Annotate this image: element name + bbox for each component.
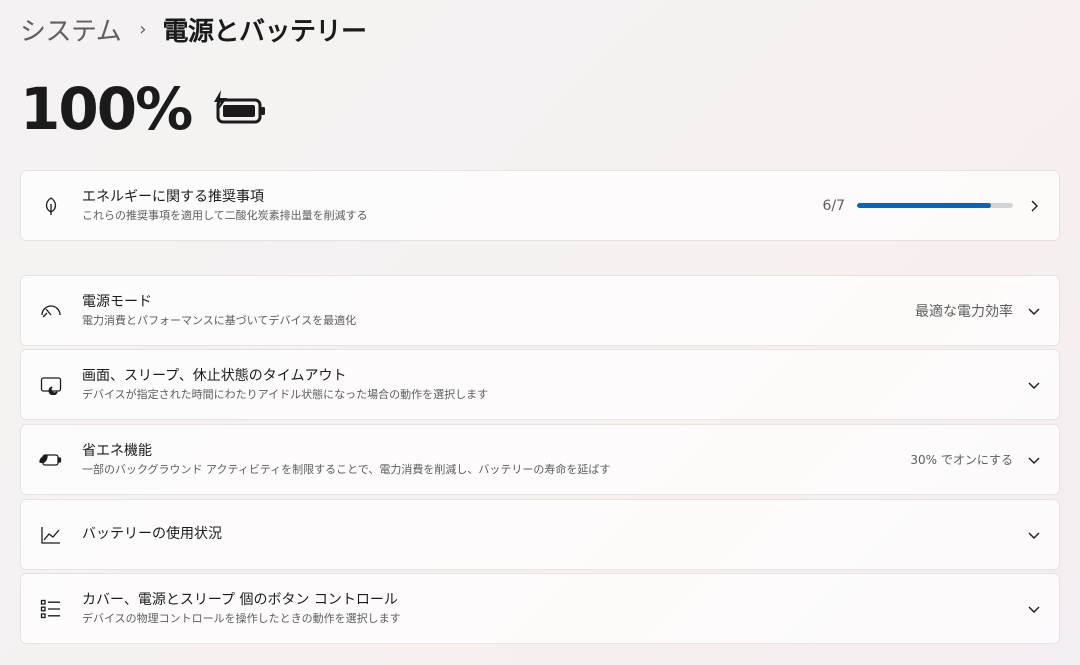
chevron-down-icon[interactable] [1027, 378, 1041, 392]
progress-bar-fill [857, 203, 991, 208]
recommendations-progress: 6/7 [822, 198, 1013, 214]
card-title: バッテリーの使用状況 [82, 526, 222, 542]
breadcrumb-separator: › [139, 18, 147, 40]
power-mode-gauge-icon [39, 299, 63, 323]
card-description: 一部のバックグラウンド アクティビティを制限することで、電力消費を削減し、バッテ… [82, 462, 611, 476]
button-controls-card[interactable]: カバー、電源とスリープ 個のボタン コントロール デバイスの物理コントロールを操… [20, 573, 1060, 644]
leaf-icon [39, 194, 63, 218]
chevron-right-icon[interactable] [1027, 199, 1041, 213]
progress-label: 6/7 [822, 197, 845, 214]
battery-usage-card[interactable]: バッテリーの使用状況 [20, 499, 1060, 570]
progress-bar [857, 203, 1013, 208]
breadcrumb-parent-link[interactable]: システム [20, 11, 122, 48]
chart-line-icon [39, 523, 63, 547]
screen-sleep-timeout-card[interactable]: 画面、スリープ、休止状態のタイムアウト デバイスが指定された時間にわたりアイドル… [20, 349, 1060, 420]
chevron-down-icon[interactable] [1027, 304, 1041, 318]
screen-sleep-icon [39, 373, 63, 397]
energy-saver-value: 30% でオンにする [910, 453, 1013, 467]
power-mode-card[interactable]: 電源モード 電力消費とパフォーマンスに基づいてデバイスを最適化 最適な電力効率 [20, 275, 1060, 346]
battery-status: 100% [20, 75, 269, 143]
breadcrumb: システム › 電源とバッテリー [20, 10, 367, 48]
chevron-down-icon[interactable] [1027, 602, 1041, 616]
chevron-down-icon[interactable] [1027, 528, 1041, 542]
chevron-down-icon[interactable] [1027, 453, 1041, 467]
card-description: デバイスの物理コントロールを操作したときの動作を選択します [82, 611, 401, 625]
battery-saver-icon [39, 448, 63, 472]
card-title: 電源モード [82, 293, 152, 310]
card-title: エネルギーに関する推奨事項 [82, 188, 264, 205]
energy-recommendations-card[interactable]: エネルギーに関する推奨事項 これらの推奨事項を適用して二酸化炭素排出量を削減する… [20, 170, 1060, 241]
card-title: 画面、スリープ、休止状態のタイムアウト [82, 367, 347, 384]
card-description: 電力消費とパフォーマンスに基づいてデバイスを最適化 [82, 313, 357, 327]
page-title: 電源とバッテリー [162, 16, 367, 47]
card-description: デバイスが指定された時間にわたりアイドル状態になった場合の動作を選択します [82, 387, 489, 401]
button-controls-icon [39, 597, 63, 621]
energy-saver-card[interactable]: 省エネ機能 一部のバックグラウンド アクティビティを制限することで、電力消費を削… [20, 424, 1060, 495]
card-title: カバー、電源とスリープ 個のボタン コントロール [82, 591, 398, 608]
card-title: 省エネ機能 [82, 442, 152, 459]
battery-charging-icon [211, 88, 269, 132]
card-description: これらの推奨事項を適用して二酸化炭素排出量を削減する [82, 208, 368, 222]
power-mode-dropdown-value[interactable]: 最適な電力効率 [915, 301, 1013, 321]
battery-percentage: 100% [20, 75, 193, 143]
